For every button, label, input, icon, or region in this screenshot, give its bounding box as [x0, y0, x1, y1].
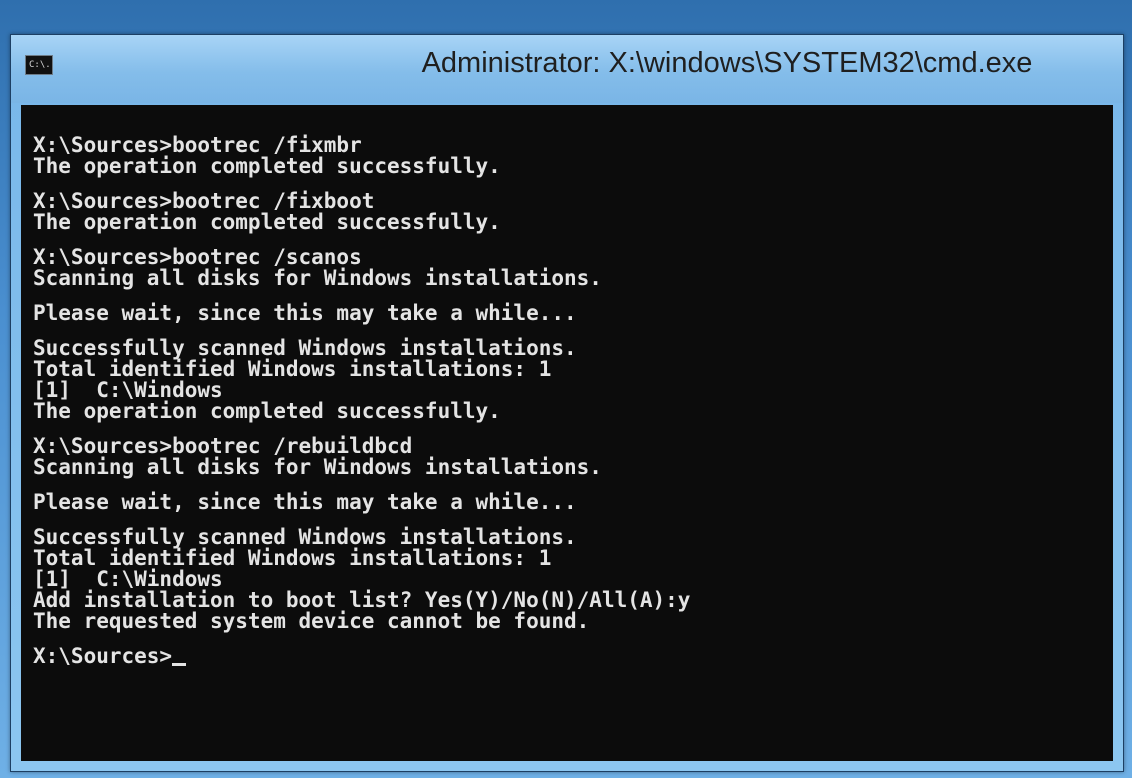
command-prompt[interactable]: X:\Sources>: [33, 646, 1105, 667]
cmd-window[interactable]: C:\. Administrator: X:\windows\SYSTEM32\…: [10, 34, 1124, 772]
console-line: X:\Sources>bootrec /rebuildbcd: [33, 434, 413, 458]
text-cursor: [172, 663, 187, 666]
console-line: Please wait, since this may take a while…: [33, 490, 577, 514]
console-line: The requested system device cannot be fo…: [33, 609, 590, 633]
window-title: Administrator: X:\windows\SYSTEM32\cmd.e…: [421, 47, 1033, 79]
title-bar[interactable]: C:\. Administrator: X:\windows\SYSTEM32\…: [11, 35, 1123, 103]
console-line: The operation completed successfully.: [33, 210, 501, 234]
console-line: X:\Sources>bootrec /fixboot: [33, 189, 375, 213]
console-output: X:\Sources>bootrec /fixmbr The operation …: [21, 105, 1113, 667]
prompt-text: X:\Sources>: [33, 644, 173, 668]
desktop-background: C:\. Administrator: X:\windows\SYSTEM32\…: [0, 0, 1132, 778]
console-line: Add installation to boot list? Yes(Y)/No…: [33, 588, 691, 612]
console-line: Scanning all disks for Windows installat…: [33, 455, 602, 479]
console-line: X:\Sources>bootrec /fixmbr: [33, 133, 362, 157]
console-line: Successfully scanned Windows installatio…: [33, 525, 577, 549]
console-line: Total identified Windows installations: …: [33, 546, 552, 570]
console-area[interactable]: X:\Sources>bootrec /fixmbr The operation …: [21, 105, 1113, 761]
console-line: Scanning all disks for Windows installat…: [33, 266, 602, 290]
console-line: Successfully scanned Windows installatio…: [33, 336, 577, 360]
console-line: The operation completed successfully.: [33, 154, 501, 178]
console-line: The operation completed successfully.: [33, 399, 501, 423]
console-line: X:\Sources>bootrec /scanos: [33, 245, 362, 269]
console-line: [1] C:\Windows: [33, 378, 223, 402]
console-line: Please wait, since this may take a while…: [33, 301, 577, 325]
console-line: Total identified Windows installations: …: [33, 357, 552, 381]
console-line: [1] C:\Windows: [33, 567, 223, 591]
